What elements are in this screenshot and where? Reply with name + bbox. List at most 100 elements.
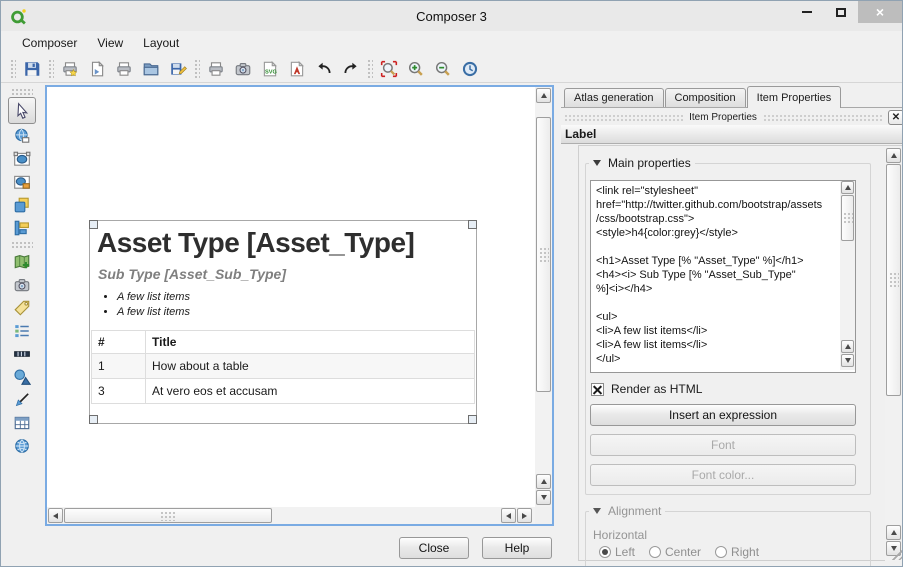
add-label-tool[interactable] [8, 296, 36, 319]
scroll-right-button[interactable] [517, 508, 532, 523]
radio-left-label[interactable]: Left [615, 545, 635, 559]
table-row: 1 How about a table [92, 354, 475, 379]
export-as-image-button[interactable] [229, 56, 256, 82]
scroll-down-button[interactable] [841, 354, 854, 367]
textarea-scrollbar[interactable] [840, 181, 855, 370]
add-attribute-table-tool[interactable] [8, 411, 36, 434]
label-item[interactable]: Asset Type [Asset_Type] Sub Type [Asset_… [89, 220, 477, 424]
table-header-cell: Title [146, 331, 475, 354]
collapse-arrow-icon [593, 160, 601, 170]
alignment-title: Alignment [608, 504, 661, 518]
load-template-button[interactable] [137, 56, 164, 82]
menu-composer[interactable]: Composer [13, 33, 86, 53]
radio-right-icon[interactable] [715, 546, 727, 558]
add-legend-tool[interactable] [8, 319, 36, 342]
maximize-button[interactable] [824, 1, 858, 23]
radio-center-label[interactable]: Center [665, 545, 701, 559]
redo-button[interactable] [337, 56, 364, 82]
scrollbar-thumb[interactable] [536, 117, 551, 392]
toolbar-separator [366, 58, 373, 80]
horizontal-alignment-options: Left Center Right [599, 545, 759, 559]
radio-center-icon[interactable] [649, 546, 661, 558]
composer-window: Composer 3 × Composer View Layout [0, 0, 903, 567]
scrollbar-thumb[interactable] [64, 508, 272, 523]
tab-atlas-generation[interactable]: Atlas generation [564, 88, 664, 107]
resize-handle-top-left[interactable] [89, 220, 98, 229]
add-shape-tool[interactable] [8, 365, 36, 388]
menu-view[interactable]: View [88, 33, 132, 53]
minimize-button[interactable] [790, 1, 824, 23]
menu-layout[interactable]: Layout [134, 33, 188, 53]
save-as-template-button[interactable] [164, 56, 191, 82]
zoom-out-button[interactable] [429, 56, 456, 82]
scroll-up-button[interactable] [841, 181, 854, 194]
export-as-pdf-button[interactable] [283, 56, 310, 82]
group-items-tool[interactable] [8, 193, 36, 216]
resize-handle-bottom-right[interactable] [468, 415, 477, 424]
zoom-full-button[interactable] [375, 56, 402, 82]
scroll-up-button[interactable] [886, 525, 901, 540]
close-window-button[interactable]: × [858, 1, 902, 23]
refresh-view-button[interactable] [456, 56, 483, 82]
toolbar-handle [11, 88, 33, 95]
item-toolbar [1, 83, 43, 531]
radio-right-label[interactable]: Right [731, 545, 759, 559]
canvas-horizontal-scrollbar[interactable] [47, 507, 535, 524]
render-as-html-row[interactable]: Render as HTML [591, 382, 702, 396]
radio-left-icon[interactable] [599, 546, 611, 558]
move-item-tool[interactable] [8, 170, 36, 193]
label-heading: Asset Type [Asset_Type] [97, 227, 476, 259]
align-items-tool[interactable] [8, 216, 36, 239]
zoom-item-tool[interactable] [8, 147, 36, 170]
scroll-up-button[interactable] [886, 148, 901, 163]
toolbar-separator [11, 241, 33, 248]
add-arrow-tool[interactable] [8, 388, 36, 411]
scrollbar-thumb[interactable] [886, 164, 901, 396]
duplicate-composer-button[interactable] [83, 56, 110, 82]
scroll-up-button[interactable] [536, 88, 551, 103]
dock-drag-texture [763, 114, 882, 121]
tab-item-properties[interactable]: Item Properties [747, 86, 842, 108]
scroll-left-button[interactable] [48, 508, 63, 523]
dock-close-icon[interactable]: ✕ [888, 110, 903, 125]
canvas-vertical-scrollbar[interactable] [535, 87, 552, 507]
composer-manager-button[interactable] [110, 56, 137, 82]
scroll-up-button[interactable] [536, 474, 551, 489]
save-project-button[interactable] [18, 56, 45, 82]
scroll-left-button[interactable] [501, 508, 516, 523]
alignment-header[interactable]: Alignment [589, 504, 665, 518]
resize-handle-bottom-left[interactable] [89, 415, 98, 424]
add-html-frame-tool[interactable] [8, 434, 36, 457]
panel-tab-bar: Atlas generation Composition Item Proper… [561, 87, 903, 108]
main-properties-header[interactable]: Main properties [589, 156, 695, 170]
resize-handle-top-right[interactable] [468, 220, 477, 229]
help-button[interactable]: Help [482, 537, 552, 559]
scroll-up-button[interactable] [841, 340, 854, 353]
dock-title-bar[interactable]: Item Properties ✕ [564, 109, 903, 125]
add-image-tool[interactable] [8, 273, 36, 296]
composition-canvas[interactable]: Asset Type [Asset_Type] Sub Type [Asset_… [45, 85, 554, 526]
select-move-item-tool[interactable] [8, 97, 36, 124]
move-item-content-tool[interactable] [8, 124, 36, 147]
new-composer-button[interactable] [56, 56, 83, 82]
undo-button[interactable] [310, 56, 337, 82]
dock-title: Item Properties [689, 112, 757, 123]
scroll-down-button[interactable] [536, 490, 551, 505]
close-button[interactable]: Close [399, 537, 469, 559]
insert-expression-button[interactable]: Insert an expression [590, 404, 856, 426]
add-new-map-tool[interactable] [8, 250, 36, 273]
svg-text:SVG: SVG [265, 69, 277, 75]
font-button[interactable]: Font [590, 434, 856, 456]
tab-composition[interactable]: Composition [665, 88, 746, 107]
table-header-row: # Title [92, 331, 475, 354]
export-as-svg-button[interactable]: SVG [256, 56, 283, 82]
table-cell: 3 [92, 379, 146, 404]
checkbox-checked-icon[interactable] [591, 383, 604, 396]
zoom-in-button[interactable] [402, 56, 429, 82]
scrollbar-thumb[interactable] [841, 195, 854, 241]
print-button[interactable] [202, 56, 229, 82]
panel-vertical-scrollbar[interactable] [885, 147, 902, 561]
font-color-button[interactable]: Font color... [590, 464, 856, 486]
add-scalebar-tool[interactable] [8, 342, 36, 365]
label-html-source-input[interactable]: <link rel="stylesheet" href="http://twit… [590, 180, 856, 373]
